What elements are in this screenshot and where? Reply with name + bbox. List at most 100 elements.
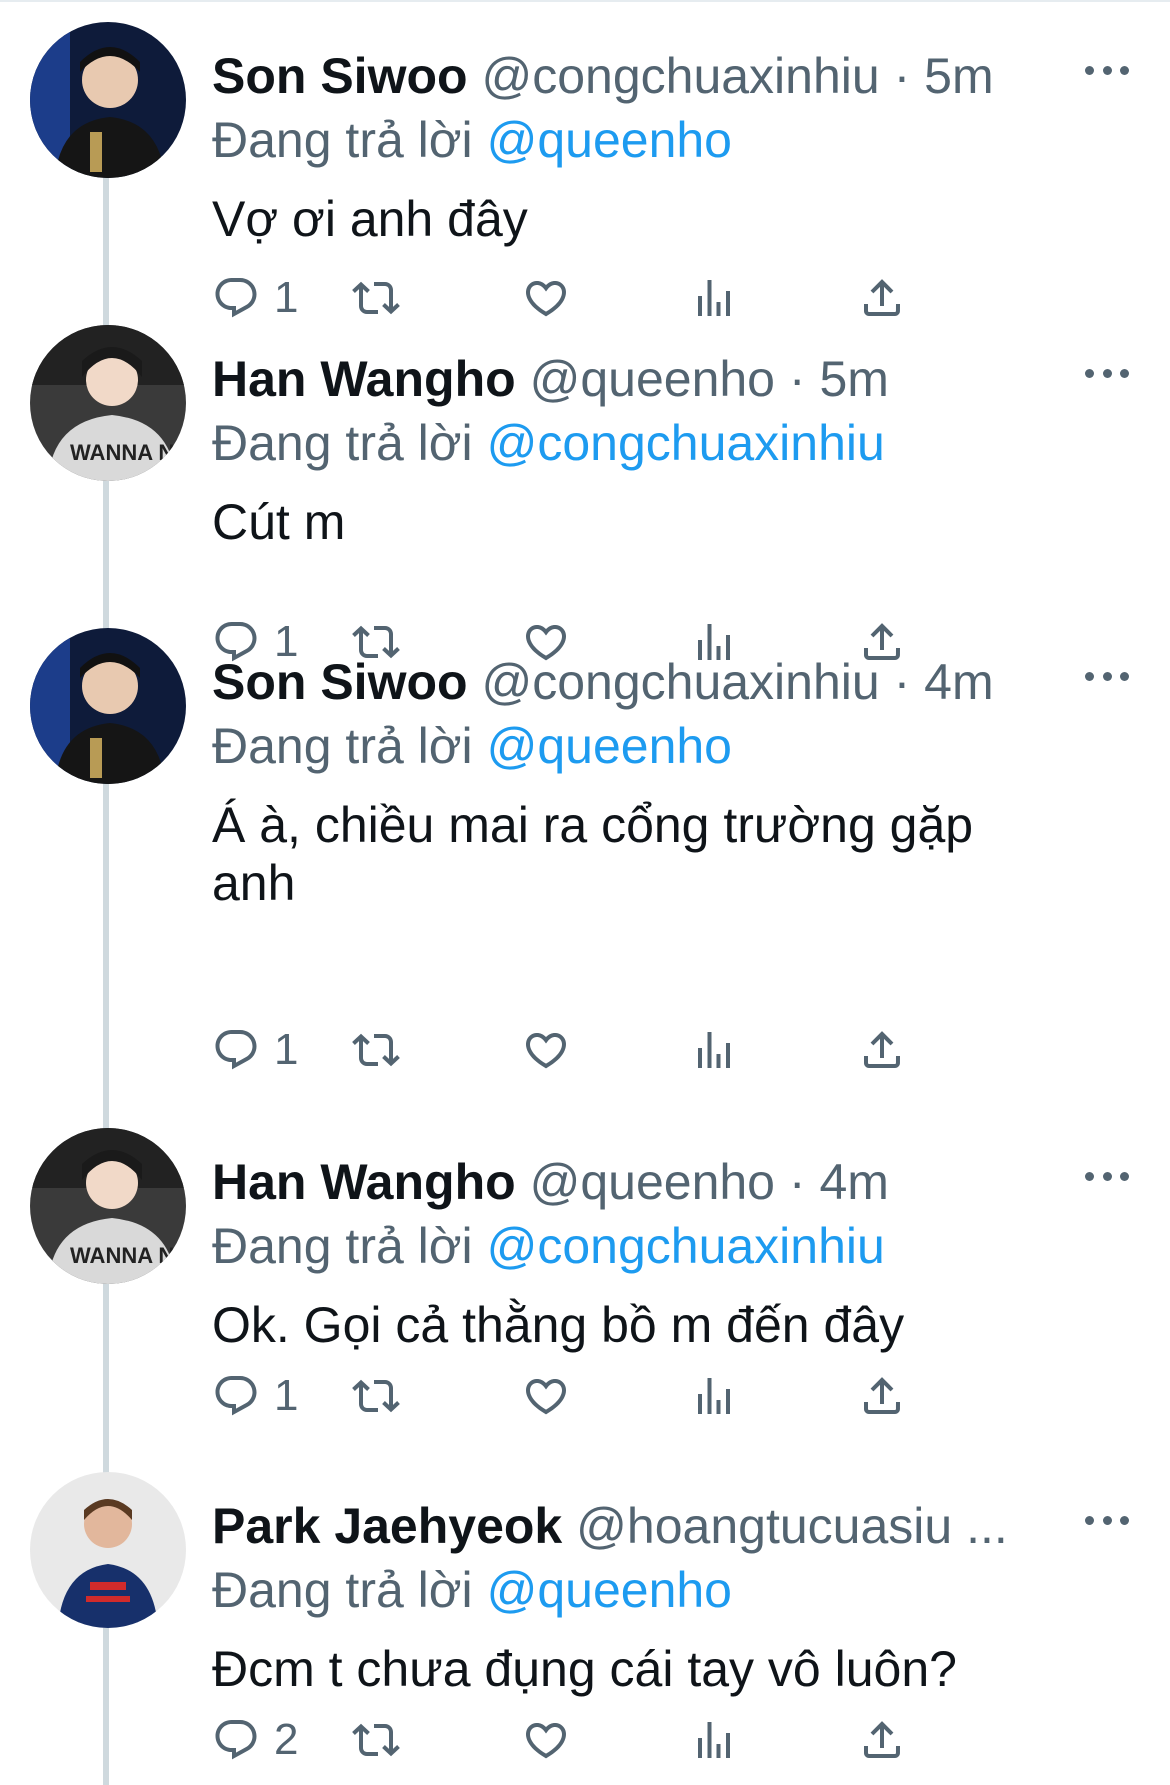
- tweet-text: Ok. Gọi cả thằng bồ m đến đây: [212, 1297, 905, 1353]
- avatar-han-wangho: WANNA NOT?!: [30, 1128, 186, 1284]
- separator-dot: ·: [893, 48, 911, 104]
- tweet-text: Vợ ơi anh đây: [212, 191, 528, 247]
- avatar-han-wangho: WANNA NOT?!: [30, 325, 186, 481]
- avatar[interactable]: [30, 628, 186, 784]
- more-icon[interactable]: [1085, 58, 1129, 82]
- retweet-button[interactable]: [352, 1710, 400, 1770]
- share-button[interactable]: [858, 268, 906, 328]
- views-icon: [698, 1032, 730, 1068]
- avatar-son-siwoo: [30, 628, 186, 784]
- mention-link[interactable]: @congchuaxinhiu: [487, 1218, 885, 1274]
- hoodie-print: WANNA NOT?!: [70, 440, 186, 465]
- views-button[interactable]: [690, 1020, 738, 1080]
- more-icon[interactable]: [1085, 361, 1129, 385]
- share-button[interactable]: [858, 1366, 906, 1426]
- mention-link[interactable]: @queenho: [487, 718, 732, 774]
- author-handle[interactable]: @hoangtucuasiu ...: [576, 1498, 1008, 1554]
- mention-link[interactable]: @queenho: [487, 112, 732, 168]
- share-button[interactable]: [858, 1710, 906, 1770]
- separator-dot: ·: [788, 351, 806, 407]
- share-icon: [864, 1377, 900, 1414]
- replying-to-label: Đang trả lời: [212, 415, 473, 471]
- replying-to: Đang trả lời @queenho: [212, 110, 732, 170]
- retweet-icon: [352, 281, 400, 315]
- mention-link[interactable]: @queenho: [487, 1562, 732, 1618]
- more-icon[interactable]: [1085, 1508, 1129, 1532]
- share-icon: [864, 1721, 900, 1758]
- like-icon: [525, 1033, 567, 1069]
- replying-to-label: Đang trả lời: [212, 112, 473, 168]
- more-icon[interactable]: [1085, 1164, 1129, 1188]
- like-button[interactable]: [522, 1020, 570, 1080]
- timestamp[interactable]: 5m: [819, 351, 888, 407]
- author-name[interactable]: Han Wangho: [212, 351, 516, 407]
- separator-dot: ·: [788, 1154, 806, 1210]
- like-button[interactable]: [522, 1710, 570, 1770]
- like-icon: [525, 1723, 567, 1759]
- avatar[interactable]: WANNA NOT?!: [30, 325, 186, 481]
- tweet-header: Son Siwoo @congchuaxinhiu · 4m: [212, 652, 1072, 712]
- avatar[interactable]: [30, 1472, 186, 1628]
- reply-count: 1: [274, 273, 299, 322]
- hoodie-print: WANNA NOT?!: [70, 1243, 186, 1268]
- timestamp[interactable]: 4m: [924, 654, 993, 710]
- reply-button[interactable]: 1: [212, 268, 298, 328]
- author-handle[interactable]: @congchuaxinhiu: [481, 654, 879, 710]
- reply-button[interactable]: 1: [212, 1366, 298, 1426]
- views-button[interactable]: [690, 1366, 738, 1426]
- views-icon: [698, 1378, 730, 1414]
- reply-button[interactable]: 1: [212, 1020, 298, 1080]
- author-name[interactable]: Son Siwoo: [212, 48, 468, 104]
- reply-count: 1: [274, 1371, 299, 1420]
- top-divider: [0, 0, 1170, 2]
- more-icon[interactable]: [1085, 664, 1129, 688]
- timestamp[interactable]: 5m: [924, 48, 993, 104]
- author-handle[interactable]: @queenho: [530, 351, 775, 407]
- retweet-button[interactable]: [352, 268, 400, 328]
- mention-link[interactable]: @congchuaxinhiu: [487, 415, 885, 471]
- retweet-icon: [352, 1723, 400, 1757]
- share-icon: [864, 1031, 900, 1068]
- views-button[interactable]: [690, 1710, 738, 1770]
- views-button[interactable]: [690, 268, 738, 328]
- retweet-icon: [352, 1379, 400, 1413]
- avatar[interactable]: WANNA NOT?!: [30, 1128, 186, 1284]
- reply-count: 1: [274, 1025, 299, 1074]
- like-button[interactable]: [522, 268, 570, 328]
- reply-icon: [215, 278, 257, 318]
- author-name[interactable]: Park Jaehyeok: [212, 1498, 562, 1554]
- tweet-header: Han Wangho @queenho · 4m: [212, 1152, 1072, 1212]
- tweet-actions: 1: [212, 1020, 1092, 1080]
- retweet-button[interactable]: [352, 1020, 400, 1080]
- tweet-actions: 1: [212, 268, 1092, 328]
- replying-to: Đang trả lời @queenho: [212, 1560, 732, 1620]
- views-icon: [698, 1722, 730, 1758]
- reply-count: 2: [274, 1715, 299, 1764]
- separator-dot: ·: [893, 654, 911, 710]
- tweet-actions: 2: [212, 1710, 1092, 1770]
- like-button[interactable]: [522, 1366, 570, 1426]
- reply-button[interactable]: 2: [212, 1710, 298, 1770]
- tweet-header: Park Jaehyeok @hoangtucuasiu ...: [212, 1496, 1072, 1556]
- views-icon: [698, 280, 730, 316]
- author-handle[interactable]: @congchuaxinhiu: [481, 48, 879, 104]
- share-icon: [864, 279, 900, 316]
- timestamp[interactable]: 4m: [819, 1154, 888, 1210]
- share-button[interactable]: [858, 1020, 906, 1080]
- avatar-park-jaehyeok: [30, 1472, 186, 1628]
- reply-icon: [215, 1376, 257, 1416]
- author-name[interactable]: Han Wangho: [212, 1154, 516, 1210]
- tweet-text: Á à, chiều mai ra cổng trường gặp anh: [212, 797, 974, 911]
- reply-icon: [215, 1720, 257, 1760]
- like-icon: [525, 1379, 567, 1415]
- tweet-actions: 1: [212, 1366, 1092, 1426]
- avatar[interactable]: [30, 22, 186, 178]
- author-name[interactable]: Son Siwoo: [212, 654, 468, 710]
- author-handle[interactable]: @queenho: [530, 1154, 775, 1210]
- replying-to: Đang trả lời @congchuaxinhiu: [212, 413, 885, 473]
- replying-to-label: Đang trả lời: [212, 1562, 473, 1618]
- retweet-button[interactable]: [352, 1366, 400, 1426]
- replying-to: Đang trả lời @congchuaxinhiu: [212, 1216, 885, 1276]
- reply-icon: [215, 1030, 257, 1070]
- replying-to-label: Đang trả lời: [212, 718, 473, 774]
